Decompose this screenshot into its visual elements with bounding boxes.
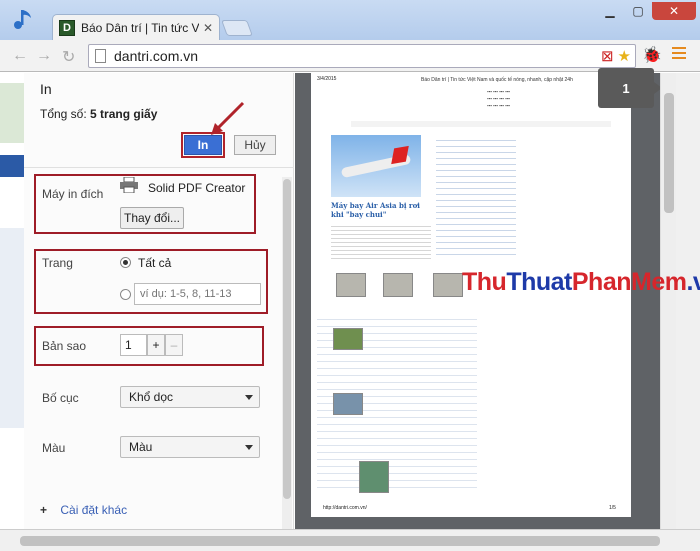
pages-range-input[interactable] bbox=[134, 283, 261, 305]
page-right-edge bbox=[676, 73, 700, 551]
preview-scrollbar[interactable] bbox=[660, 73, 676, 529]
print-settings-panel: In Tổng số: 5 trang giấy In Hủy Máy in đ… bbox=[24, 73, 294, 537]
window-controls: ▁ ▢ ✕ bbox=[596, 2, 696, 20]
layout-label: Bố cục bbox=[42, 391, 79, 405]
pages-range-radio[interactable] bbox=[120, 289, 131, 300]
dantri-favicon-icon: D bbox=[59, 19, 75, 36]
color-label: Màu bbox=[42, 441, 66, 455]
divider bbox=[24, 167, 294, 168]
popup-blocked-icon[interactable]: ⊠ bbox=[601, 47, 614, 65]
more-settings-label: Cài đặt khác bbox=[60, 503, 128, 517]
background-content bbox=[0, 228, 24, 428]
dropdown-caret-icon bbox=[245, 395, 253, 400]
chrome-menu-icon[interactable] bbox=[672, 47, 686, 61]
panel-scrollbar[interactable] bbox=[282, 177, 292, 537]
dropdown-caret-icon bbox=[245, 445, 253, 450]
maximize-icon[interactable]: ▢ bbox=[624, 2, 652, 20]
browser-toolbar: ← → ↻ dantri.com.vn ⊠ ★ bbox=[0, 40, 700, 72]
layout-select[interactable]: Khổ dọc bbox=[120, 386, 260, 408]
print-preview-area: 3/4/2015 Báo Dân trí | Tin tức Việt Nam … bbox=[295, 73, 660, 529]
window-close-icon[interactable]: ✕ bbox=[652, 2, 696, 20]
preview-date: 3/4/2015 bbox=[317, 76, 337, 82]
preview-article-text bbox=[331, 223, 431, 259]
tab-title: Báo Dân trí | Tin tức Việt N bbox=[81, 20, 199, 35]
news-thumbnail bbox=[336, 273, 366, 297]
news-thumbnail bbox=[359, 461, 389, 493]
browser-tab[interactable]: D Báo Dân trí | Tin tức Việt N ✕ bbox=[52, 14, 220, 40]
watermark-logo: ThuThuatPhanMem.vn bbox=[462, 268, 700, 296]
copies-label: Bản sao bbox=[42, 339, 87, 353]
back-arrow-icon[interactable]: ← bbox=[12, 47, 28, 65]
pages-label: Trang bbox=[42, 256, 73, 270]
preview-footer-url: http://dantri.com.vn/ bbox=[323, 505, 367, 511]
extension-icon[interactable]: 🐞 bbox=[642, 45, 662, 65]
airplane-image bbox=[331, 135, 421, 197]
browser-titlebar: D Báo Dân trí | Tin tức Việt N ✕ ▁ ▢ ✕ bbox=[0, 0, 700, 40]
copies-increment-button[interactable]: + bbox=[147, 334, 165, 356]
news-thumbnail bbox=[433, 273, 463, 297]
copies-input[interactable]: 1 bbox=[120, 334, 147, 356]
pages-all-radio[interactable] bbox=[120, 257, 131, 268]
layout-value: Khổ dọc bbox=[129, 390, 174, 404]
more-settings-link[interactable]: + Cài đặt khác bbox=[40, 503, 127, 517]
reload-icon[interactable]: ↻ bbox=[62, 47, 75, 67]
color-select[interactable]: Màu bbox=[120, 436, 260, 458]
pages-all-label: Tất cả bbox=[138, 256, 172, 270]
print-button[interactable]: In bbox=[181, 132, 225, 158]
preview-headline: Máy bay Air Asia bị rơi khi "bay chui" bbox=[331, 201, 420, 220]
print-title: In bbox=[40, 81, 52, 97]
news-thumbnail bbox=[383, 273, 413, 297]
total-pages: Tổng số: 5 trang giấy bbox=[40, 107, 157, 121]
destination-label: Máy in đích bbox=[42, 187, 104, 201]
tab-close-icon[interactable]: ✕ bbox=[203, 21, 213, 35]
bookmark-star-icon[interactable]: ★ bbox=[618, 47, 631, 65]
preview-link-bar bbox=[351, 121, 611, 127]
total-label: Tổng số: bbox=[40, 107, 87, 121]
preview-footer-page: 1/5 bbox=[609, 505, 616, 511]
change-printer-button[interactable]: Thay đổi... bbox=[120, 207, 184, 229]
preview-news-list bbox=[436, 135, 516, 255]
annotation-arrow-icon bbox=[211, 101, 245, 135]
horizontal-scrollbar[interactable] bbox=[0, 529, 700, 551]
page-number-badge: 1 bbox=[598, 68, 662, 108]
total-value: 5 trang giấy bbox=[90, 107, 158, 121]
music-note-icon bbox=[14, 10, 31, 29]
forward-arrow-icon[interactable]: → bbox=[36, 47, 52, 65]
news-thumbnail bbox=[333, 328, 363, 350]
background-banner bbox=[0, 83, 24, 143]
minimize-icon[interactable]: ▁ bbox=[596, 2, 624, 20]
page-icon bbox=[95, 49, 106, 63]
printer-name: Solid PDF Creator bbox=[148, 181, 246, 195]
background-nav bbox=[0, 155, 24, 177]
cancel-button[interactable]: Hủy bbox=[234, 135, 276, 155]
news-thumbnail bbox=[333, 393, 363, 415]
new-tab-button[interactable] bbox=[221, 20, 253, 36]
plus-icon: + bbox=[40, 503, 48, 517]
preview-header: Báo Dân trí | Tin tức Việt Nam và quốc t… bbox=[421, 77, 573, 83]
copies-decrement-button[interactable]: – bbox=[165, 334, 183, 356]
url-text: dantri.com.vn bbox=[114, 48, 199, 64]
printer-icon bbox=[120, 177, 138, 193]
address-bar[interactable]: dantri.com.vn ⊠ ★ bbox=[88, 44, 636, 68]
color-value: Màu bbox=[129, 440, 153, 454]
background-page bbox=[0, 73, 24, 551]
